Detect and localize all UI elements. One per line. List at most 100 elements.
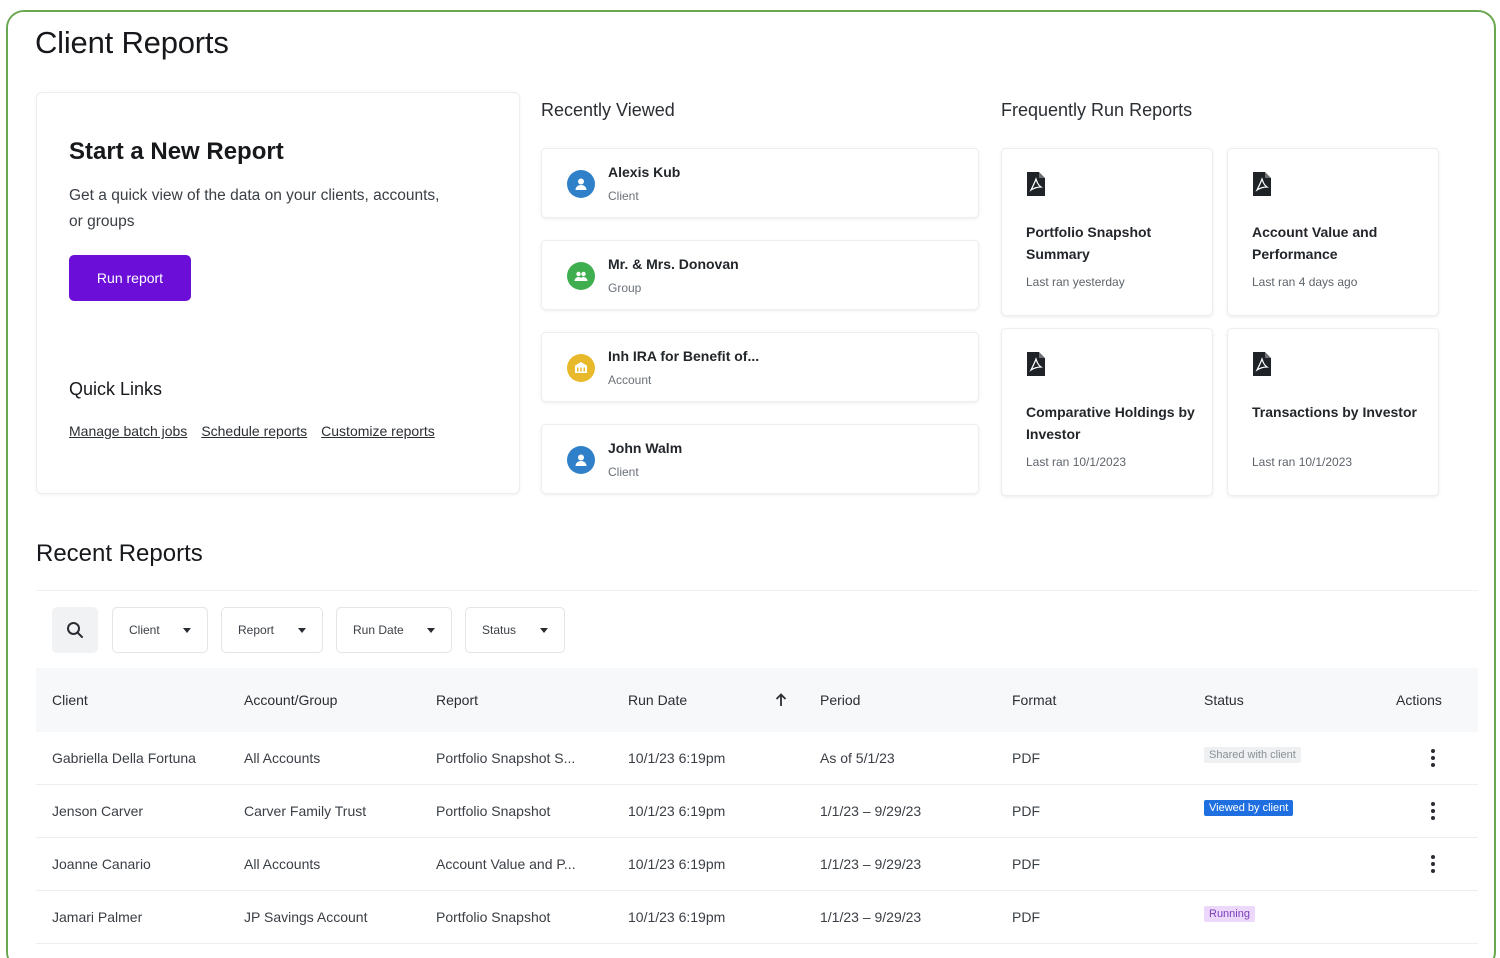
cell-run-date: 10/1/23 6:19pm — [628, 803, 726, 819]
cell-client: Joanne Canario — [52, 856, 151, 872]
page-title: Client Reports — [35, 25, 229, 60]
column-header-report[interactable]: Report — [436, 692, 478, 708]
column-header-status[interactable]: Status — [1204, 692, 1244, 708]
status-badge: Running — [1204, 906, 1255, 922]
table-row[interactable]: Joanne Canario All Accounts Account Value … — [36, 838, 1478, 891]
chevron-down-icon — [540, 628, 548, 633]
pdf-document-icon — [1026, 171, 1046, 197]
more-actions-icon[interactable] — [1426, 746, 1440, 770]
page-content: Client Reports Start a New Report Get a … — [8, 12, 1478, 958]
sort-ascending-icon[interactable] — [775, 693, 787, 707]
cell-account: Carver Family Trust — [244, 803, 367, 819]
cell-format: PDF — [1012, 803, 1040, 819]
frequent-report-name: Transactions by Investor — [1252, 404, 1417, 420]
column-header-account-group[interactable]: Account/Group — [244, 692, 337, 708]
filter-bar: Client Report Run Date Status — [36, 590, 1478, 668]
recently-viewed-type: Account — [608, 373, 652, 387]
status-filter-label: Status — [482, 623, 517, 637]
recent-reports-table: Client Account/Group Report Run Date Per… — [36, 668, 1478, 944]
recently-viewed-title: Recently Viewed — [541, 100, 675, 120]
recently-viewed-item[interactable]: Inh IRA for Benefit of... Account — [541, 332, 979, 402]
client-filter[interactable]: Client — [112, 607, 208, 653]
cell-account: JP Savings Account — [244, 909, 368, 925]
cell-format: PDF — [1012, 750, 1040, 766]
schedule-reports-link[interactable]: Schedule reports — [201, 423, 307, 439]
pdf-document-icon — [1252, 171, 1272, 197]
quick-links: Manage batch jobs Schedule reports Custo… — [69, 423, 435, 439]
frequent-report-card[interactable]: Comparative Holdings by Investor Last ran… — [1001, 328, 1213, 496]
more-actions-icon[interactable] — [1426, 852, 1440, 876]
column-header-client[interactable]: Client — [52, 692, 88, 708]
recently-viewed-name: Alexis Kub — [608, 164, 681, 180]
report-filter-label: Report — [238, 623, 275, 637]
run-report-button[interactable]: Run report — [69, 255, 191, 301]
report-filter[interactable]: Report — [221, 607, 323, 653]
search-button[interactable] — [52, 607, 98, 653]
cell-report: Portfolio Snapshot — [436, 803, 551, 819]
table-row[interactable]: Jamari Palmer JP Savings Account Portfolio… — [36, 891, 1478, 944]
frequent-report-name: Account Value and Performance — [1252, 224, 1378, 262]
quick-links-title: Quick Links — [69, 379, 163, 399]
recently-viewed-item[interactable]: Alexis Kub Client — [541, 148, 979, 218]
group-icon — [567, 262, 595, 290]
cell-report: Portfolio Snapshot S... — [436, 750, 576, 766]
frequent-report-name: Portfolio Snapshot Summary — [1026, 224, 1152, 262]
cell-client: Gabriella Della Fortuna — [52, 750, 196, 766]
status-badge: Shared with client — [1204, 747, 1301, 763]
cell-account: All Accounts — [244, 750, 321, 766]
chevron-down-icon — [183, 628, 191, 633]
cell-report: Portfolio Snapshot — [436, 909, 551, 925]
cell-period: 1/1/23 – 9/29/23 — [820, 856, 922, 872]
frequent-report-last-run: Last ran yesterday — [1026, 275, 1125, 289]
frequent-report-card[interactable]: Transactions by Investor Last ran 10/1/20… — [1227, 328, 1439, 496]
customize-reports-link[interactable]: Customize reports — [321, 423, 435, 439]
cell-format: PDF — [1012, 909, 1040, 925]
recently-viewed-item[interactable]: John Walm Client — [541, 424, 979, 494]
app-window: Client Reports Start a New Report Get a … — [6, 10, 1496, 958]
manage-batch-jobs-link[interactable]: Manage batch jobs — [69, 423, 187, 439]
table-row[interactable]: Gabriella Della Fortuna All Accounts Portf… — [36, 732, 1478, 785]
recently-viewed-name: Mr. & Mrs. Donovan — [608, 256, 739, 272]
cell-client: Jenson Carver — [52, 803, 144, 819]
table-row[interactable]: Jenson Carver Carver Family Trust Portfoli… — [36, 785, 1478, 838]
frequently-run-grid: Portfolio Snapshot Summary Last ran yeste… — [1001, 148, 1441, 496]
person-icon — [567, 170, 595, 198]
cell-period: 1/1/23 – 9/29/23 — [820, 909, 922, 925]
more-actions-icon[interactable] — [1426, 799, 1440, 823]
chevron-down-icon — [298, 628, 306, 633]
column-header-period[interactable]: Period — [820, 692, 860, 708]
status-badge: Viewed by client — [1204, 800, 1294, 816]
table-body: Gabriella Della Fortuna All Accounts Portf… — [36, 732, 1478, 944]
frequent-report-last-run: Last ran 4 days ago — [1252, 275, 1358, 289]
start-report-card: Start a New Report Get a quick view of t… — [36, 92, 520, 494]
frequent-report-name: Comparative Holdings by Investor — [1026, 404, 1195, 442]
cell-account: All Accounts — [244, 856, 321, 872]
column-header-actions: Actions — [1396, 692, 1442, 708]
column-header-format[interactable]: Format — [1012, 692, 1056, 708]
status-filter[interactable]: Status — [465, 607, 565, 653]
cell-run-date: 10/1/23 6:19pm — [628, 856, 726, 872]
pdf-document-icon — [1252, 351, 1272, 377]
cell-period: 1/1/23 – 9/29/23 — [820, 803, 922, 819]
cell-run-date: 10/1/23 6:19pm — [628, 750, 726, 766]
column-header-run-date[interactable]: Run Date — [628, 692, 687, 708]
chevron-down-icon — [427, 628, 435, 633]
cell-format: PDF — [1012, 856, 1040, 872]
recent-reports-title: Recent Reports — [36, 540, 203, 567]
recently-viewed-name: John Walm — [608, 440, 683, 456]
recently-viewed-item[interactable]: Mr. & Mrs. Donovan Group — [541, 240, 979, 310]
cell-run-date: 10/1/23 6:19pm — [628, 909, 726, 925]
frequent-report-card[interactable]: Portfolio Snapshot Summary Last ran yeste… — [1001, 148, 1213, 316]
frequent-report-card[interactable]: Account Value and Performance Last ran 4 … — [1227, 148, 1439, 316]
frequently-run-title: Frequently Run Reports — [1001, 100, 1193, 120]
pdf-document-icon — [1026, 351, 1046, 377]
recently-viewed-type: Client — [608, 465, 639, 479]
recently-viewed-list: Alexis Kub Client Mr. & Mrs. Donovan Group I… — [541, 148, 979, 516]
person-icon — [567, 446, 595, 474]
start-report-title: Start a New Report — [69, 138, 284, 165]
run-date-filter[interactable]: Run Date — [336, 607, 452, 653]
recently-viewed-type: Group — [608, 281, 642, 295]
table-header: Client Account/Group Report Run Date Per… — [36, 668, 1478, 732]
cell-client: Jamari Palmer — [52, 909, 143, 925]
frequent-report-last-run: Last ran 10/1/2023 — [1026, 455, 1127, 469]
